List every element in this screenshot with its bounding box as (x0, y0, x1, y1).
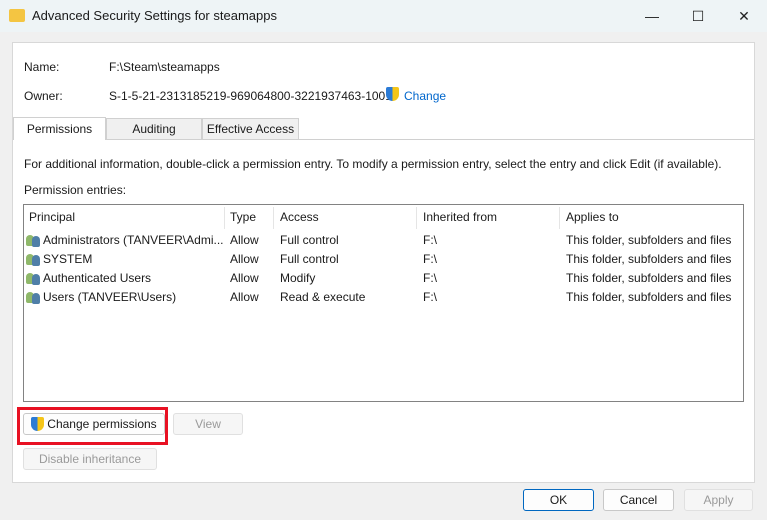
cell-text: Read & execute (280, 290, 366, 304)
cell-text: Allow (230, 252, 259, 266)
title-bar: Advanced Security Settings for steamapps… (0, 0, 767, 32)
table-cell: This folder, subfolders and files (566, 233, 731, 247)
table-row[interactable]: Authenticated Users Allow Modify F:\ This fo… (24, 269, 743, 288)
cell-text: Administrators (TANVEER\Admi... (43, 233, 224, 247)
window-title: Advanced Security Settings for steamapps (32, 8, 277, 23)
table-cell: Allow (230, 271, 259, 285)
table-cell: F:\ (423, 252, 437, 266)
entries-label: Permission entries: (24, 183, 127, 197)
table-cell: Administrators (TANVEER\Admi... (26, 233, 224, 248)
column-header-type[interactable]: Type (230, 210, 256, 224)
column-header-principal[interactable]: Principal (29, 210, 75, 224)
table-cell: Full control (280, 233, 339, 247)
maximize-button[interactable]: ☐ (675, 0, 721, 32)
tab-label: Auditing (132, 122, 176, 136)
column-separator[interactable] (416, 207, 417, 229)
name-value[interactable]: F:\Steam\steamapps (109, 60, 220, 74)
cell-text: Allow (230, 271, 259, 285)
table-row[interactable]: Users (TANVEER\Users) Allow Read & execute… (24, 288, 743, 307)
permission-entries-list[interactable]: Principal Type Access Inherited from App… (23, 204, 744, 402)
tab-permissions[interactable]: Permissions (13, 117, 106, 140)
disable-inheritance-button[interactable]: Disable inheritance (23, 448, 157, 470)
cell-text: This folder, subfolders and files (566, 252, 732, 266)
cell-text: F:\ (423, 233, 437, 247)
ok-button[interactable]: OK (523, 489, 594, 511)
cell-text: Full control (280, 233, 339, 247)
users-icon (26, 253, 41, 267)
column-header-inherited-from[interactable]: Inherited from (423, 210, 497, 224)
cell-text: Allow (230, 233, 259, 247)
table-cell: Users (TANVEER\Users) (26, 290, 177, 305)
tab-effective-access[interactable]: Effective Access (202, 118, 299, 140)
table-cell: This folder, subfolders and files (566, 271, 731, 285)
cell-text: Full control (280, 252, 339, 266)
cell-text: Users (TANVEER\Users) (43, 290, 177, 304)
users-icon (26, 272, 41, 286)
cell-text: F:\ (423, 271, 437, 285)
table-cell: Read & execute (280, 290, 365, 304)
minimize-button[interactable]: — (629, 0, 675, 32)
instructions-text: For additional information, double-click… (24, 157, 722, 171)
table-cell: This folder, subfolders and files (566, 290, 731, 304)
owner-change-link[interactable]: Change (404, 89, 446, 103)
tab-label: Permissions (26, 122, 93, 136)
table-cell: This folder, subfolders and files (566, 252, 731, 266)
column-header-applies-to[interactable]: Applies to (566, 210, 619, 224)
tab-divider (106, 139, 754, 140)
table-cell: F:\ (423, 290, 437, 304)
table-cell: Allow (230, 290, 259, 304)
folder-icon (9, 9, 25, 22)
owner-value: S-1-5-21-2313185219-969064800-3221937463… (109, 89, 392, 103)
apply-button[interactable]: Apply (684, 489, 753, 511)
table-row[interactable]: SYSTEM Allow Full control F:\ This folder, s… (24, 250, 743, 269)
table-cell: Modify (280, 271, 315, 285)
table-cell: Authenticated Users (26, 271, 152, 286)
change-permissions-button[interactable]: Change permissions (23, 413, 165, 435)
uac-shield-icon (31, 417, 45, 431)
tab-label: Effective Access (206, 122, 295, 136)
cell-text: F:\ (423, 290, 437, 304)
button-label: Change permissions (47, 417, 157, 431)
cell-text: This folder, subfolders and files (566, 271, 732, 285)
close-button[interactable]: ✕ (721, 0, 767, 32)
cell-text: Allow (230, 290, 259, 304)
table-cell: SYSTEM (26, 252, 93, 267)
cell-text: F:\ (423, 252, 437, 266)
cell-text: SYSTEM (43, 252, 93, 266)
cancel-button[interactable]: Cancel (603, 489, 674, 511)
cell-text: Authenticated Users (43, 271, 152, 285)
table-cell: F:\ (423, 271, 437, 285)
view-button[interactable]: View (173, 413, 243, 435)
users-icon (26, 291, 41, 305)
column-separator[interactable] (559, 207, 560, 229)
column-separator[interactable] (224, 207, 225, 229)
cell-text: This folder, subfolders and files (566, 290, 732, 304)
users-icon (26, 234, 41, 248)
column-separator[interactable] (273, 207, 274, 229)
uac-shield-icon (386, 87, 402, 104)
name-label: Name: (24, 60, 60, 74)
table-row[interactable]: Administrators (TANVEER\Admi... Allow Full… (24, 231, 743, 250)
column-header-access[interactable]: Access (280, 210, 319, 224)
table-cell: Full control (280, 252, 339, 266)
table-cell: F:\ (423, 233, 437, 247)
owner-label: Owner: (24, 89, 63, 103)
table-cell: Allow (230, 233, 259, 247)
tab-auditing[interactable]: Auditing (106, 118, 202, 140)
table-cell: Allow (230, 252, 259, 266)
cell-text: This folder, subfolders and files (566, 233, 732, 247)
cell-text: Modify (280, 271, 316, 285)
